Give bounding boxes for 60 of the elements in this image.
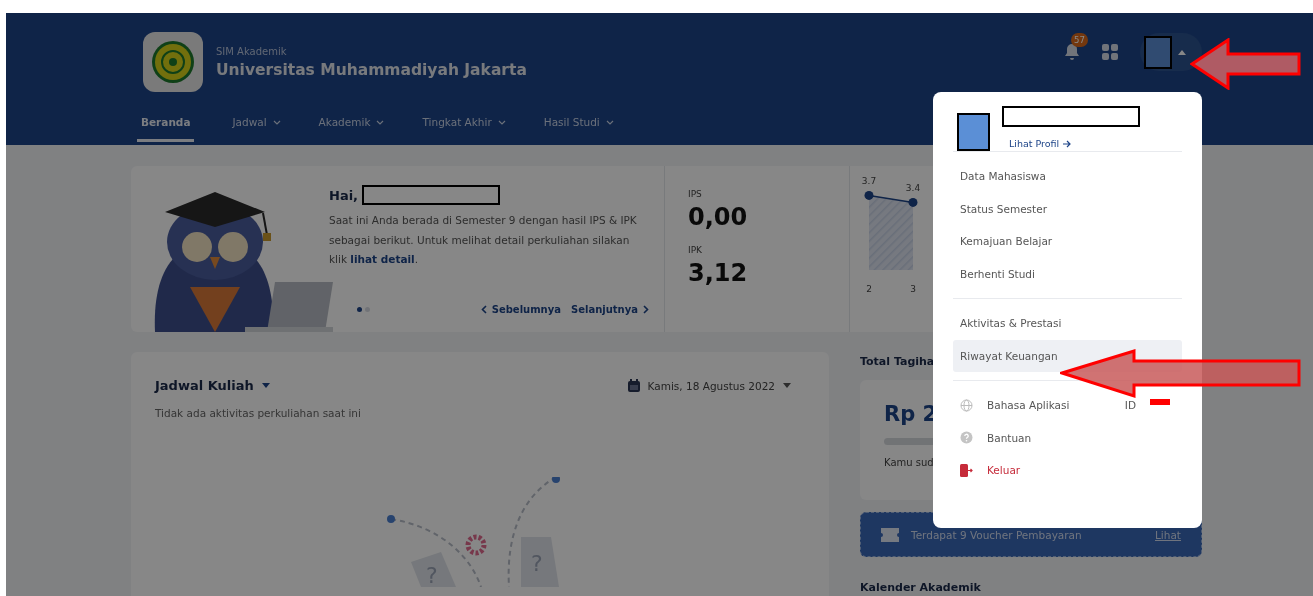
apps-grid-icon[interactable] [1102,44,1118,60]
axis-label: 2 [866,284,872,294]
app-name: SIM Akademik [216,45,288,57]
menu-item[interactable]: Aktivitas & Prestasi [953,307,1182,340]
date-picker[interactable]: Kamis, 18 Agustus 2022 [627,379,791,392]
chevron-left-icon [480,305,487,314]
slide-dot[interactable] [357,307,362,312]
greeting-text: Hai, [329,187,359,203]
logout-icon [960,463,973,477]
score-value: 3,12 [688,259,749,287]
menu-item[interactable]: Kemajuan Belajar [953,225,1182,258]
caret-icon [1178,49,1186,55]
previous-button[interactable]: Sebelumnya [480,304,561,315]
data-label: 3.7 [861,176,877,187]
profile-link[interactable]: Lihat Profil [1009,138,1140,149]
voucher-link[interactable]: Lihat [1155,528,1181,541]
menu-item[interactable]: Berhenti Studi [953,257,1182,290]
calendar-title: Kalender Akademik [860,581,981,594]
flag-icon [1150,399,1170,406]
detail-link[interactable]: lihat detail [350,253,415,265]
nav-tab[interactable]: Hasil Studi [543,108,614,142]
menu-item[interactable]: Status Semester [953,192,1182,225]
caret-icon [261,383,270,388]
notification-bell-icon[interactable] [1064,43,1080,61]
greeting-message: Saat ini Anda berada di Semester 9 dengan hasil IPS & IPK sebagai berikut. Untuk melihat detail perkuliahan silakan klik lihat detail. [329,213,638,267]
chart-point [864,190,874,200]
score-value: 0,00 [688,203,749,231]
globe-icon [960,398,973,412]
nav-tab[interactable]: Akademik [318,108,385,142]
nav-tab[interactable]: Beranda [137,108,195,142]
nav-tab[interactable]: Tingkat Akhir [422,108,506,142]
avatar-image [957,113,990,151]
calendar-icon [627,379,640,392]
billing-title: Total Tagiha [860,355,935,368]
language-code: ID [1124,399,1136,412]
ticket-icon [881,527,899,542]
next-button[interactable]: Selanjutnya [571,304,649,315]
menu-item[interactable]: Keluar [953,454,1182,487]
billing-note: Kamu sud [884,457,934,468]
nav-tab[interactable]: Jadwal [232,108,281,142]
menu-item[interactable]: Data Mahasiswa [953,160,1182,193]
profile-menu-button[interactable] [1140,33,1202,71]
menu-item[interactable]: Bantuan [953,421,1182,454]
empty-state-drawing: ? ? [381,477,601,587]
schedule-dropdown[interactable]: Jadwal Kuliah [155,378,270,393]
score-label: IPK [688,245,703,255]
caret-icon [783,383,791,388]
chevron-right-icon [643,305,649,314]
notification-badge: 57 [1071,33,1088,47]
empty-message: Tidak ada aktivitas perkuliahan saat ini [155,407,362,419]
arrow-right-icon [1063,139,1072,148]
score-label: IPS [688,189,703,199]
university-logo [143,32,203,92]
menu-item[interactable]: Bahasa Aplikasi ID [953,389,1182,422]
help-icon [960,431,973,445]
chart-point [908,197,918,207]
university-name: Universitas Muhammadiyah Jakarta [216,60,527,79]
axis-label: 3 [910,284,916,294]
data-label: 3.4 [905,183,921,194]
voucher-text: Terdapat 9 Voucher Pembayaran [911,528,1082,541]
